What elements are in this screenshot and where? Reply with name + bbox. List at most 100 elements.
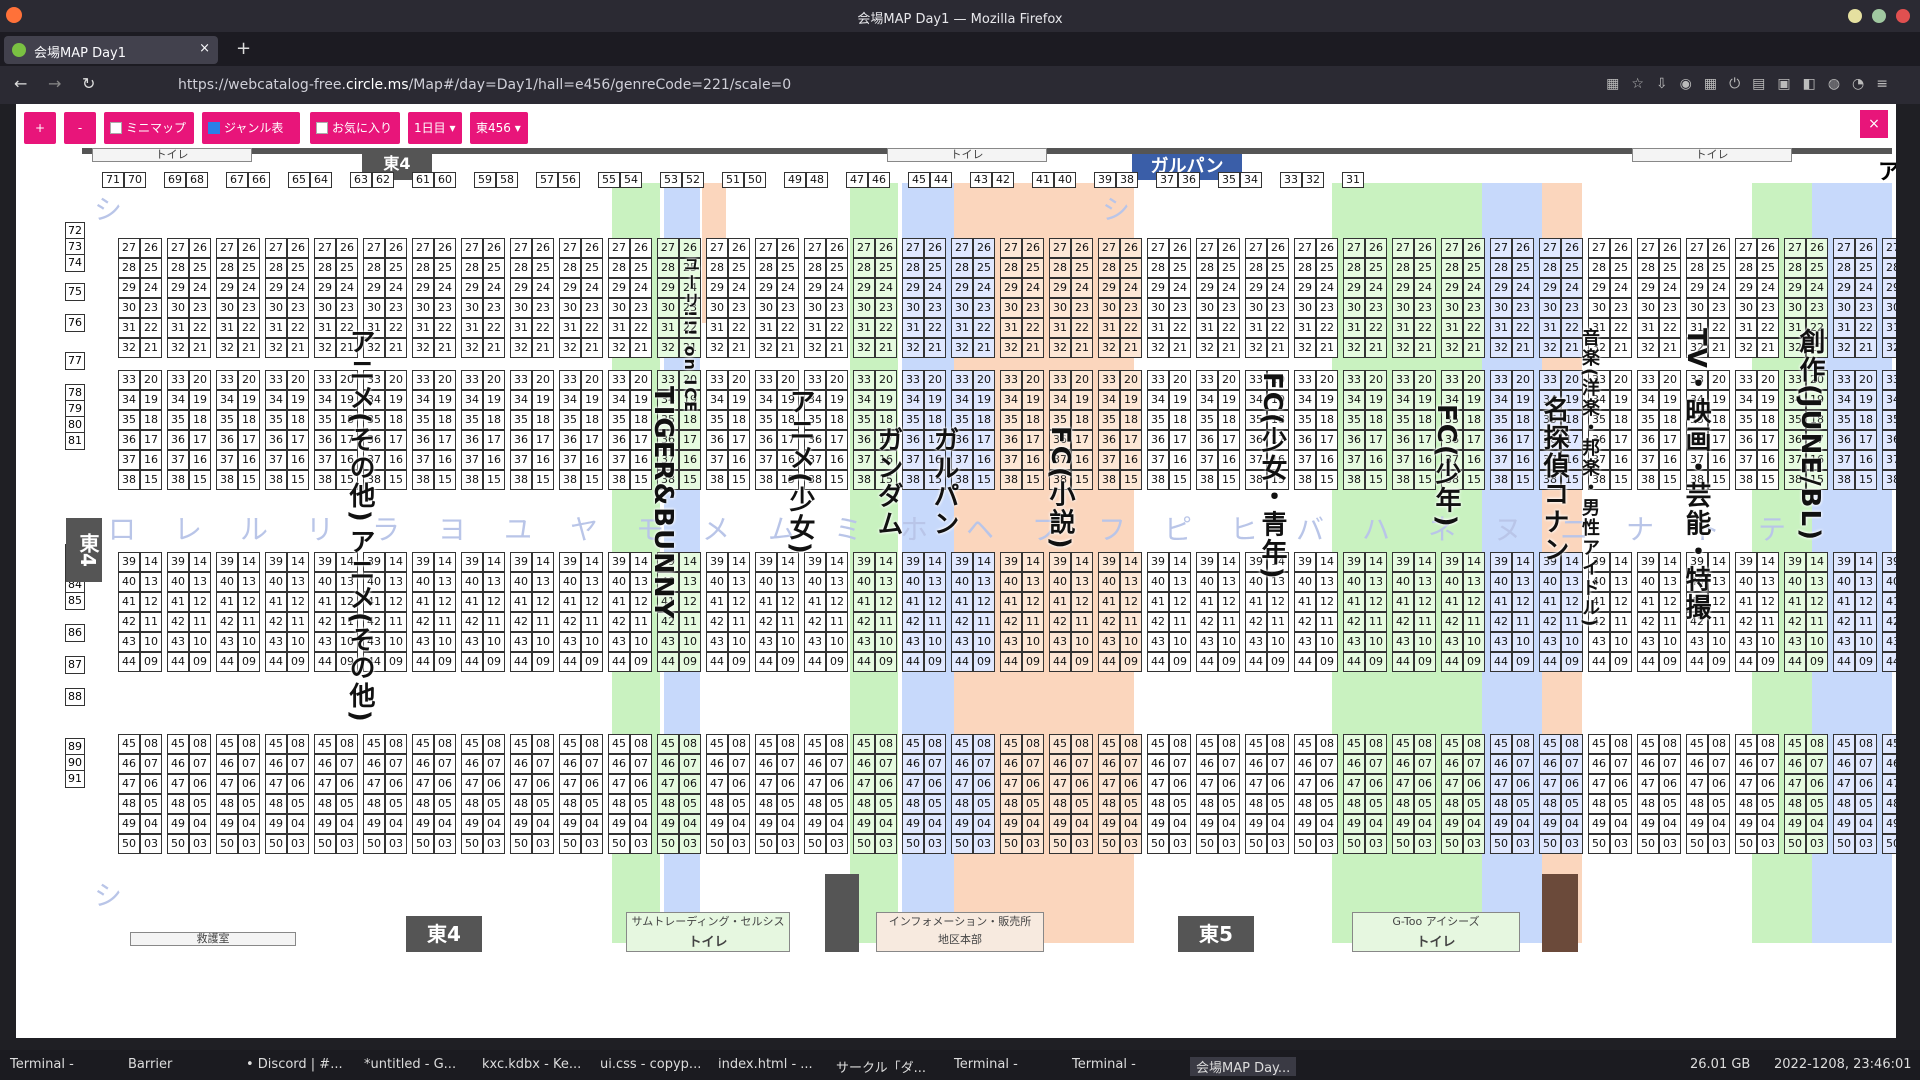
circle-space[interactable]: 23	[630, 298, 652, 318]
circle-space[interactable]: 47	[804, 774, 826, 794]
circle-space[interactable]: 20	[238, 370, 260, 390]
circle-space[interactable]: 19	[924, 390, 946, 410]
circle-space[interactable]: 50	[657, 834, 679, 854]
circle-space[interactable]: 07	[1218, 754, 1240, 774]
circle-space[interactable]: 49	[1735, 814, 1757, 834]
space-number[interactable]: 70	[124, 172, 146, 188]
reload-icon[interactable]: ↻	[82, 74, 95, 93]
circle-space[interactable]: 04	[924, 814, 946, 834]
circle-space[interactable]: 47	[265, 774, 287, 794]
circle-space[interactable]: 50	[559, 834, 581, 854]
circle-space[interactable]: 28	[657, 258, 679, 278]
circle-space[interactable]: 44	[1882, 652, 1896, 672]
circle-space[interactable]: 26	[1806, 238, 1828, 258]
circle-space[interactable]: 15	[581, 470, 603, 490]
circle-space[interactable]: 32	[1392, 338, 1414, 358]
circle-space[interactable]: 32	[1490, 338, 1512, 358]
circle-space[interactable]: 34	[1392, 390, 1414, 410]
circle-space[interactable]: 09	[1757, 652, 1779, 672]
circle-space[interactable]: 42	[1441, 612, 1463, 632]
circle-space[interactable]: 30	[1441, 298, 1463, 318]
circle-space[interactable]: 50	[1882, 834, 1896, 854]
circle-space[interactable]: 11	[1022, 612, 1044, 632]
circle-space[interactable]: 24	[287, 278, 309, 298]
circle-space[interactable]: 12	[777, 592, 799, 612]
circle-space[interactable]: 48	[951, 794, 973, 814]
circle-space[interactable]: 24	[1855, 278, 1877, 298]
circle-space[interactable]: 49	[902, 814, 924, 834]
circle-space[interactable]: 35	[1637, 410, 1659, 430]
circle-space[interactable]: 03	[532, 834, 554, 854]
circle-space[interactable]: 35	[216, 410, 238, 430]
circle-space[interactable]: 19	[140, 390, 162, 410]
circle-space[interactable]: 14	[532, 552, 554, 572]
circle-space[interactable]: 06	[1365, 774, 1387, 794]
circle-space[interactable]: 14	[189, 552, 211, 572]
circle-space[interactable]: 40	[1098, 572, 1120, 592]
circle-space[interactable]: 17	[1855, 430, 1877, 450]
circle-space[interactable]: 07	[1806, 754, 1828, 774]
circle-space[interactable]: 35	[608, 410, 630, 430]
circle-space[interactable]: 22	[238, 318, 260, 338]
circle-space[interactable]: 50	[1441, 834, 1463, 854]
circle-space[interactable]: 47	[657, 774, 679, 794]
circle-space[interactable]: 22	[385, 318, 407, 338]
circle-space[interactable]: 48	[461, 794, 483, 814]
circle-space[interactable]: 42	[1784, 612, 1806, 632]
circle-space[interactable]: 10	[1708, 632, 1730, 652]
circle-space[interactable]: 14	[483, 552, 505, 572]
circle-space[interactable]: 03	[1071, 834, 1093, 854]
circle-space[interactable]: 12	[1316, 592, 1338, 612]
circle-space[interactable]: 29	[118, 278, 140, 298]
circle-space[interactable]: 40	[1539, 572, 1561, 592]
circle-space[interactable]: 29	[1000, 278, 1022, 298]
circle-space[interactable]: 09	[1463, 652, 1485, 672]
circle-space[interactable]: 23	[1806, 298, 1828, 318]
circle-space[interactable]: 08	[140, 734, 162, 754]
circle-space[interactable]: 04	[1610, 814, 1632, 834]
circle-space[interactable]: 15	[1316, 470, 1338, 490]
circle-space[interactable]: 50	[1196, 834, 1218, 854]
circle-space[interactable]: 50	[461, 834, 483, 854]
circle-space[interactable]: 14	[1120, 552, 1142, 572]
circle-space[interactable]: 45	[902, 734, 924, 754]
circle-space[interactable]: 28	[363, 258, 385, 278]
circle-space[interactable]: 30	[1833, 298, 1855, 318]
circle-space[interactable]: 46	[1098, 754, 1120, 774]
space-number[interactable]: 45	[908, 172, 930, 188]
circle-space[interactable]: 04	[728, 814, 750, 834]
circle-space[interactable]: 03	[826, 834, 848, 854]
circle-space[interactable]: 18	[1169, 410, 1191, 430]
circle-space[interactable]: 34	[314, 390, 336, 410]
circle-space[interactable]: 03	[189, 834, 211, 854]
circle-space[interactable]: 08	[973, 734, 995, 754]
circle-space[interactable]: 04	[1806, 814, 1828, 834]
circle-space[interactable]: 28	[951, 258, 973, 278]
circle-space[interactable]: 30	[1637, 298, 1659, 318]
circle-space[interactable]: 20	[1855, 370, 1877, 390]
circle-space[interactable]: 15	[532, 470, 554, 490]
circle-space[interactable]: 41	[559, 592, 581, 612]
circle-space[interactable]: 39	[755, 552, 777, 572]
circle-space[interactable]: 23	[238, 298, 260, 318]
circle-space[interactable]: 35	[755, 410, 777, 430]
circle-space[interactable]: 46	[1245, 754, 1267, 774]
circle-space[interactable]: 49	[167, 814, 189, 834]
circle-space[interactable]: 22	[1855, 318, 1877, 338]
circle-space[interactable]: 05	[630, 794, 652, 814]
circle-space[interactable]: 29	[657, 278, 679, 298]
circle-space[interactable]: 18	[189, 410, 211, 430]
circle-space[interactable]: 37	[559, 450, 581, 470]
circle-space[interactable]: 39	[559, 552, 581, 572]
circle-space[interactable]: 21	[1267, 338, 1289, 358]
circle-space[interactable]: 37	[1000, 450, 1022, 470]
circle-space[interactable]: 48	[1147, 794, 1169, 814]
circle-space[interactable]: 41	[1882, 592, 1896, 612]
circle-space[interactable]: 10	[1022, 632, 1044, 652]
circle-space[interactable]: 46	[1000, 754, 1022, 774]
circle-space[interactable]: 47	[1098, 774, 1120, 794]
circle-space[interactable]: 04	[581, 814, 603, 834]
circle-space[interactable]: 07	[679, 754, 701, 774]
circle-space[interactable]: 17	[1120, 430, 1142, 450]
circle-space[interactable]: 19	[1463, 390, 1485, 410]
